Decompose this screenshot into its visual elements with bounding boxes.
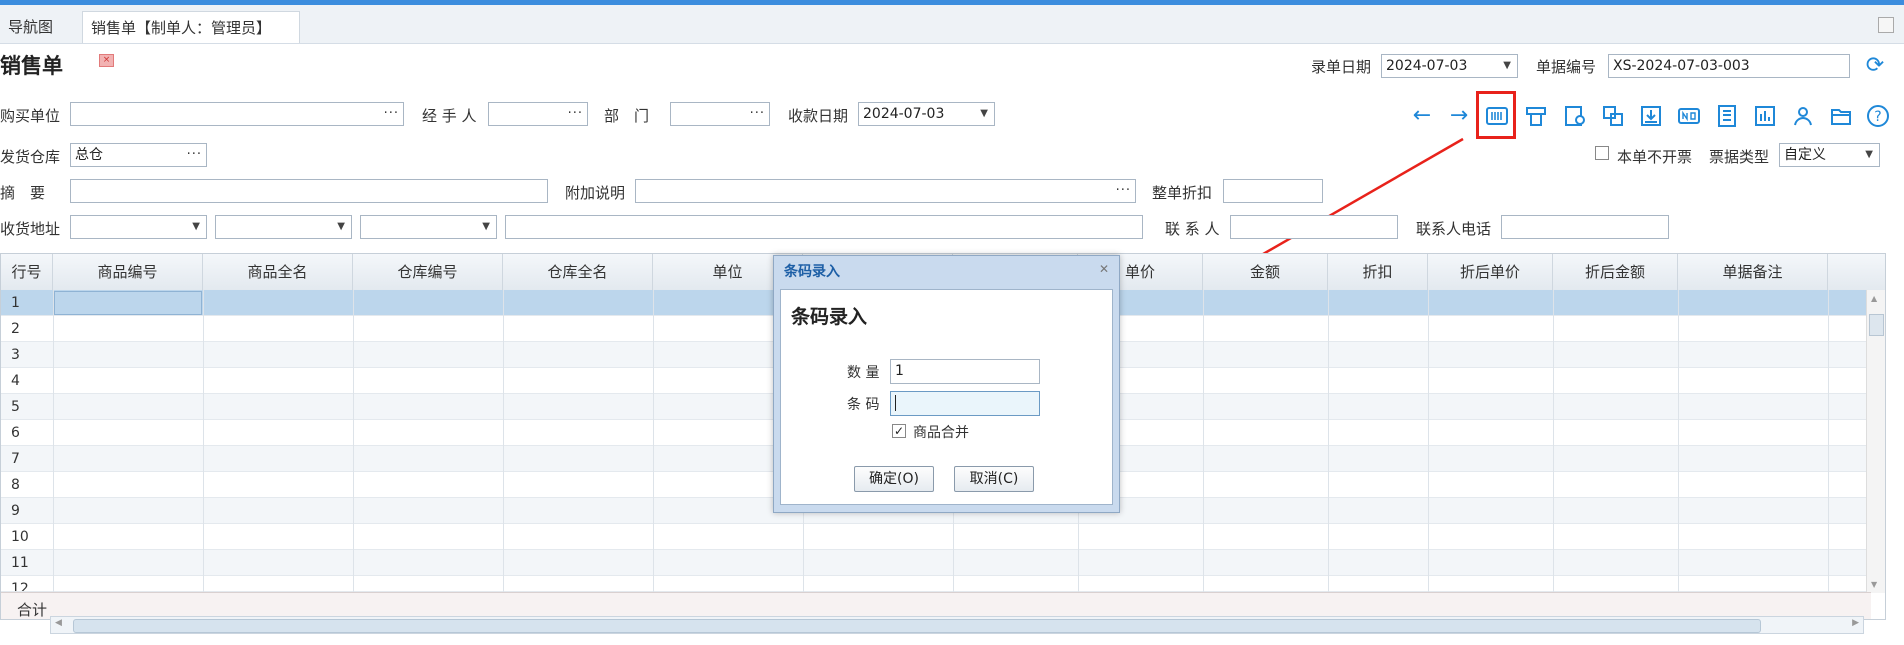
row-number: 6 bbox=[11, 425, 20, 441]
ok-button[interactable]: 确定(O) bbox=[854, 466, 934, 492]
merge-label: 商品合并 bbox=[913, 425, 969, 441]
text-cursor bbox=[895, 395, 896, 411]
summary-input[interactable] bbox=[70, 179, 548, 203]
warehouse-input[interactable]: 总仓 ··· bbox=[70, 143, 207, 167]
address-input[interactable] bbox=[505, 215, 1143, 239]
table-row[interactable]: 10 bbox=[1, 524, 1871, 550]
district-select[interactable]: ▼ bbox=[360, 215, 497, 239]
invoice-type-value: 自定义 bbox=[1784, 147, 1826, 163]
col-divider bbox=[1553, 290, 1554, 619]
contact-input[interactable] bbox=[1230, 215, 1398, 239]
col-header[interactable]: 商品编号 bbox=[53, 254, 203, 290]
row-number: 12 bbox=[11, 581, 29, 592]
scroll-right-icon[interactable]: ▶ bbox=[1852, 618, 1859, 628]
row-number: 10 bbox=[11, 529, 29, 545]
no-invoice-label: 本单不开票 bbox=[1617, 148, 1693, 166]
chevron-down-icon: ▼ bbox=[1865, 149, 1873, 160]
col-header[interactable]: 金额 bbox=[1203, 254, 1328, 290]
chevron-down-icon: ▼ bbox=[482, 221, 490, 232]
row-number: 2 bbox=[11, 321, 20, 337]
dialog-body: 条码录入 数 量 1 条 码 ✓ 商品合并 确定(O) 取消(C) bbox=[780, 289, 1113, 505]
scroll-up-icon[interactable]: ▲ bbox=[1871, 294, 1877, 303]
contact-label: 联 系 人 bbox=[1165, 220, 1220, 238]
chevron-down-icon: ▼ bbox=[192, 221, 200, 232]
more-icon[interactable]: ··· bbox=[187, 144, 202, 166]
col-header[interactable]: 商品全名 bbox=[203, 254, 353, 290]
col-divider bbox=[353, 290, 354, 619]
more-icon[interactable]: ··· bbox=[1116, 180, 1131, 202]
col-header[interactable]: 折后金额 bbox=[1553, 254, 1678, 290]
row-number: 5 bbox=[11, 399, 20, 415]
col-divider bbox=[653, 290, 654, 619]
address-label: 收货地址 bbox=[0, 220, 61, 238]
province-select[interactable]: ▼ bbox=[70, 215, 207, 239]
no-invoice-checkbox[interactable] bbox=[1595, 146, 1609, 160]
invoice-type-select[interactable]: 自定义 ▼ bbox=[1779, 143, 1880, 167]
col-divider bbox=[1428, 290, 1429, 619]
dialog-heading: 条码录入 bbox=[791, 306, 868, 328]
qty-input[interactable]: 1 bbox=[890, 359, 1040, 384]
invoice-type-label: 票据类型 bbox=[1709, 148, 1770, 166]
discount-input[interactable] bbox=[1223, 179, 1323, 203]
summary-label: 摘 要 bbox=[0, 184, 46, 202]
col-header[interactable]: 折扣 bbox=[1328, 254, 1428, 290]
chevron-down-icon: ▼ bbox=[337, 221, 345, 232]
col-divider bbox=[1203, 290, 1204, 619]
table-row[interactable]: 11 bbox=[1, 550, 1871, 576]
row-number: 1 bbox=[11, 295, 20, 311]
city-select[interactable]: ▼ bbox=[215, 215, 352, 239]
close-icon[interactable]: ✕ bbox=[1099, 262, 1109, 276]
barcode-input[interactable] bbox=[890, 391, 1040, 416]
col-header[interactable]: 仓库编号 bbox=[353, 254, 503, 290]
row-number: 7 bbox=[11, 451, 20, 467]
row-number: 9 bbox=[11, 503, 20, 519]
active-cell[interactable] bbox=[54, 291, 202, 315]
phone-input[interactable] bbox=[1501, 215, 1669, 239]
col-divider bbox=[503, 290, 504, 619]
col-header[interactable]: 行号 bbox=[1, 254, 53, 290]
col-divider bbox=[1678, 290, 1679, 619]
col-divider bbox=[203, 290, 204, 619]
col-header[interactable]: 折后单价 bbox=[1428, 254, 1553, 290]
dialog-title: 条码录入 bbox=[784, 264, 840, 280]
cancel-button[interactable]: 取消(C) bbox=[954, 466, 1034, 492]
row-number: 11 bbox=[11, 555, 29, 571]
total-label: 合计 bbox=[17, 601, 48, 619]
merge-checkbox[interactable]: ✓ bbox=[892, 424, 906, 438]
extra-input[interactable]: ··· bbox=[635, 179, 1136, 203]
barcode-dialog: 条码录入 ✕ 条码录入 数 量 1 条 码 ✓ 商品合并 确定(O) 取消(C) bbox=[773, 255, 1120, 513]
col-divider bbox=[1328, 290, 1329, 619]
scroll-down-icon[interactable]: ▼ bbox=[1871, 580, 1877, 589]
col-header[interactable]: 仓库全名 bbox=[503, 254, 653, 290]
scroll-left-icon[interactable]: ◀ bbox=[55, 618, 62, 628]
warehouse-value: 总仓 bbox=[75, 147, 103, 163]
col-divider bbox=[1828, 290, 1829, 619]
row-number: 3 bbox=[11, 347, 20, 363]
barcode-label: 条 码 bbox=[847, 397, 880, 413]
col-header[interactable]: 单据备注 bbox=[1678, 254, 1828, 290]
warehouse-label: 发货仓库 bbox=[0, 148, 61, 166]
scroll-thumb[interactable] bbox=[73, 619, 1761, 633]
vertical-scrollbar[interactable]: ▲ ▼ bbox=[1866, 290, 1885, 593]
phone-label: 联系人电话 bbox=[1416, 220, 1492, 238]
scroll-thumb[interactable] bbox=[1869, 314, 1884, 336]
table-row[interactable]: 12 bbox=[1, 576, 1871, 592]
extra-label: 附加说明 bbox=[565, 184, 626, 202]
discount-label: 整单折扣 bbox=[1152, 184, 1213, 202]
row-number: 4 bbox=[11, 373, 20, 389]
row-number: 8 bbox=[11, 477, 20, 493]
qty-label: 数 量 bbox=[847, 365, 880, 381]
col-divider bbox=[53, 290, 54, 619]
horizontal-scrollbar[interactable]: ◀ ▶ bbox=[50, 616, 1864, 634]
